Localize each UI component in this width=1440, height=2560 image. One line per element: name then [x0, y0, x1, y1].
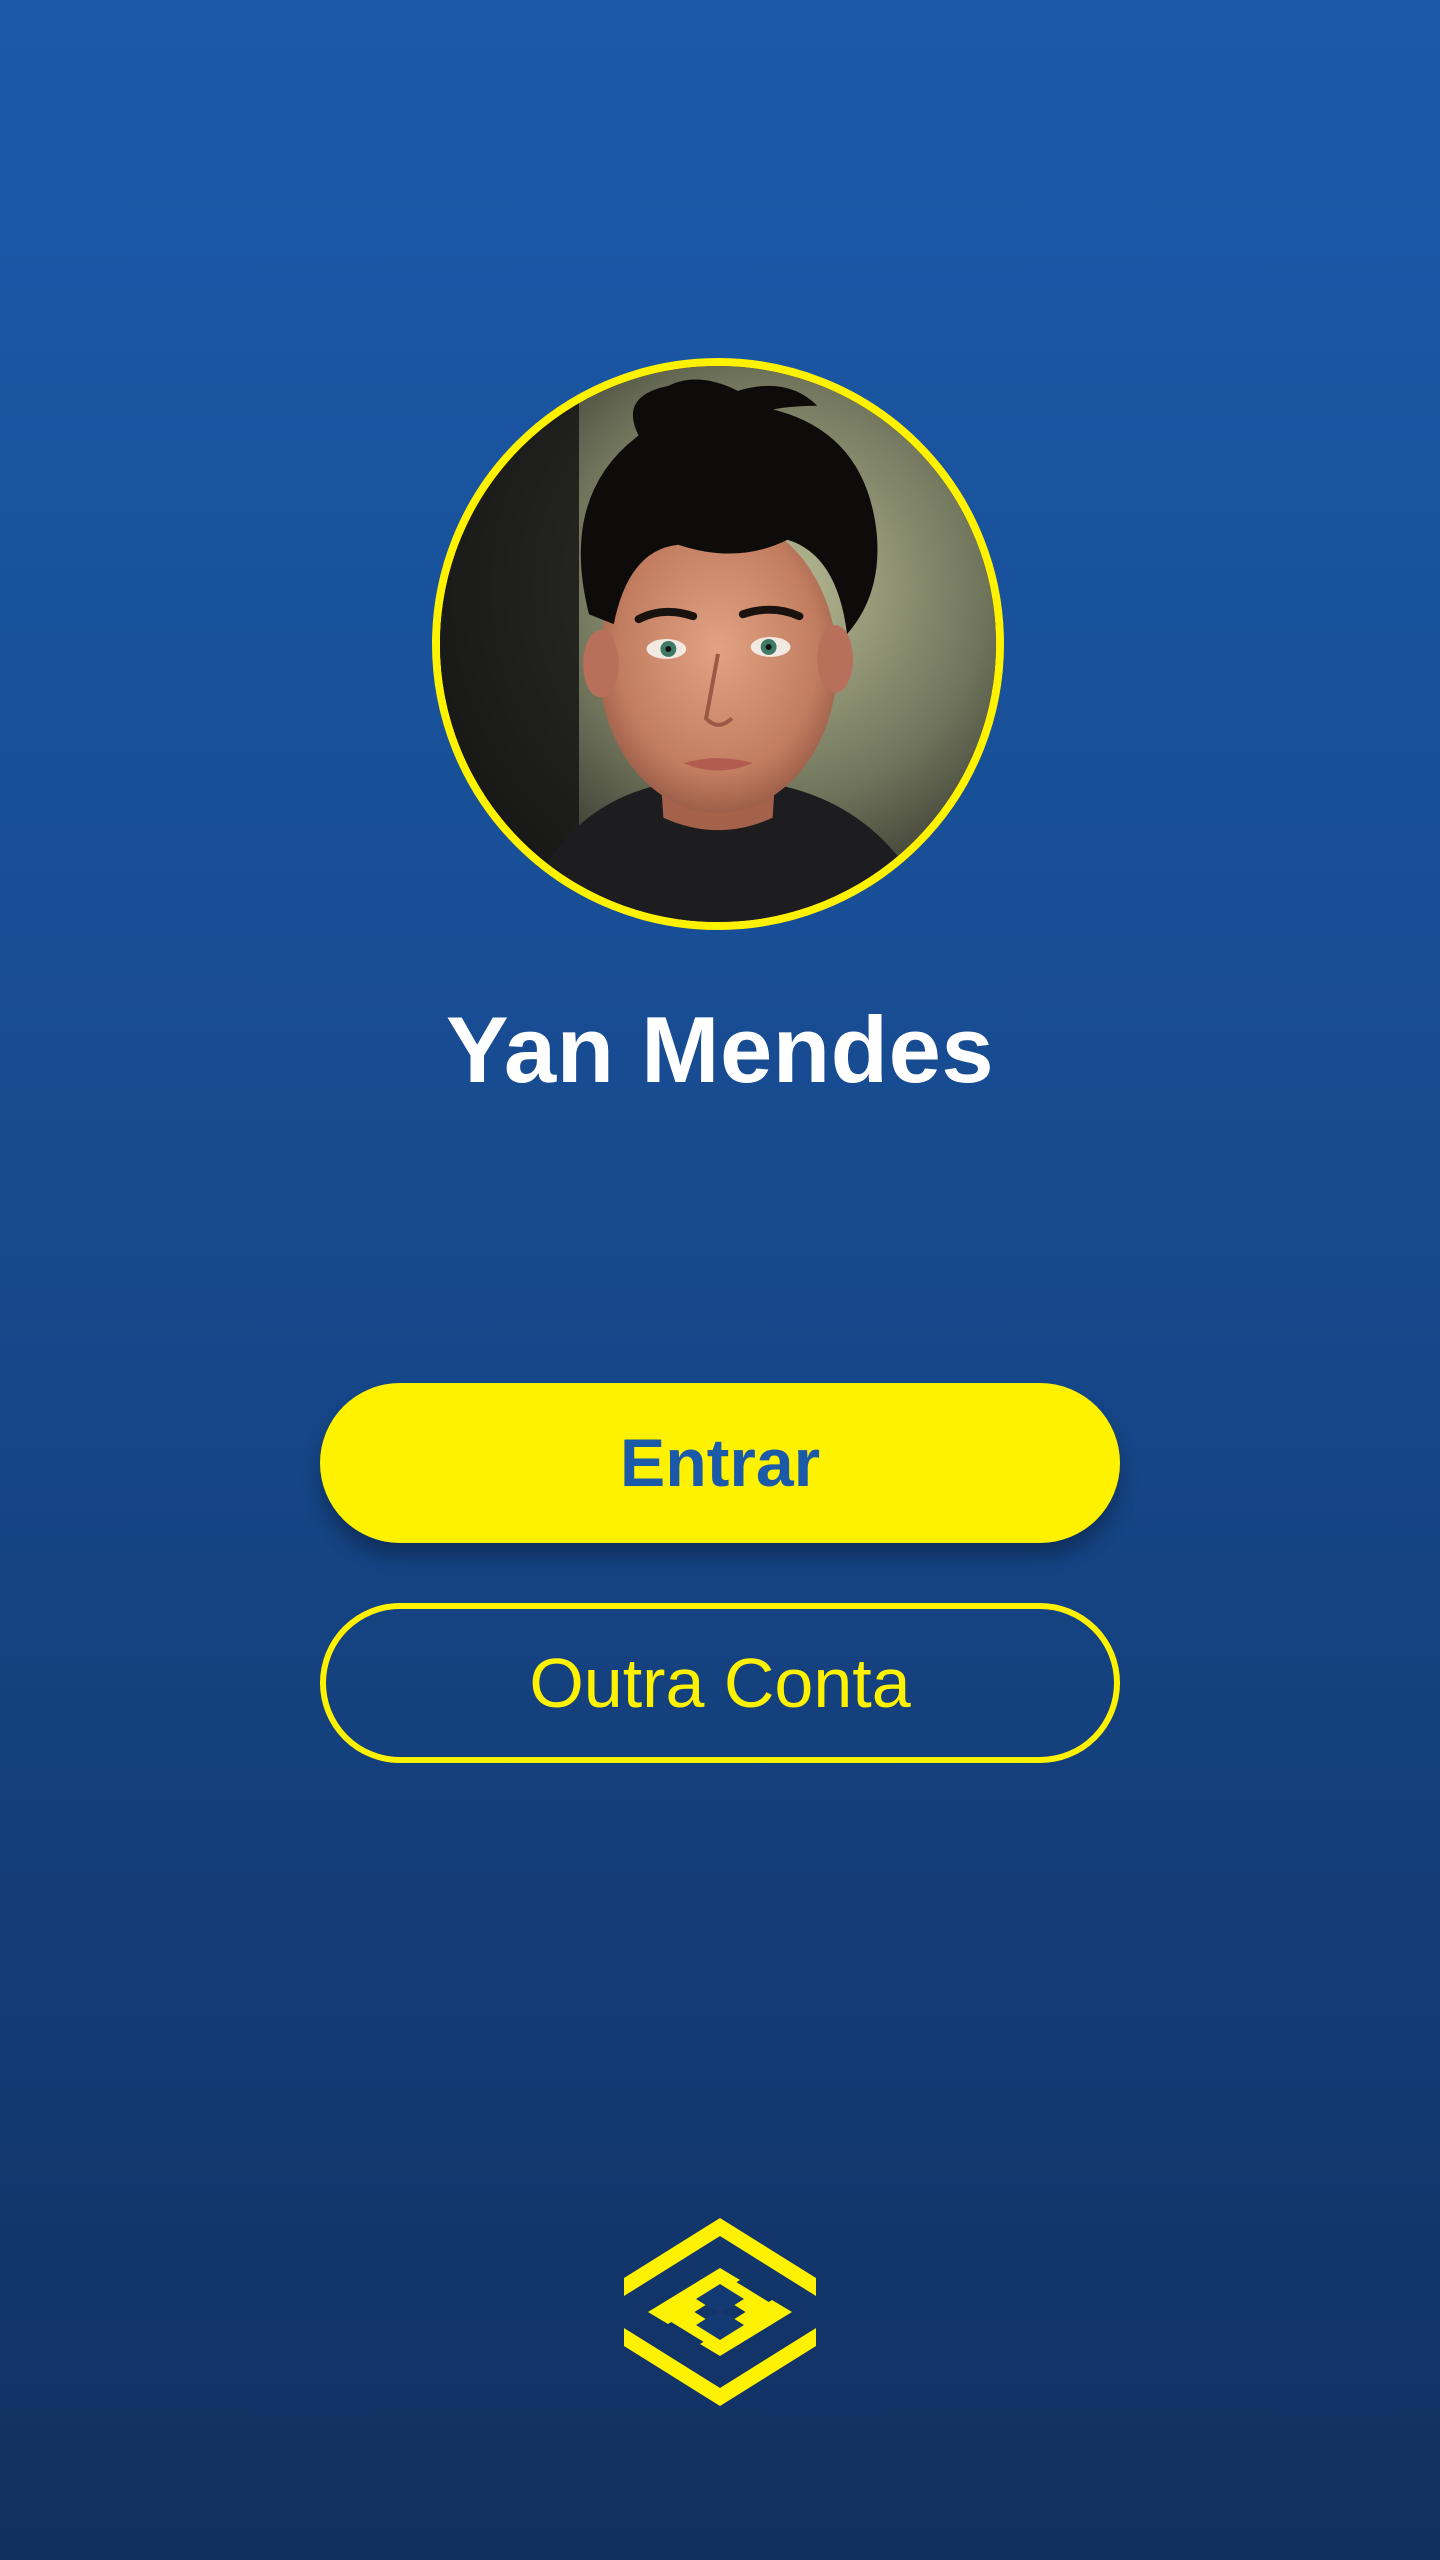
enter-button[interactable]: Entrar [320, 1383, 1120, 1543]
user-name: Yan Mendes [445, 997, 995, 1102]
user-avatar [432, 358, 1004, 930]
avatar-photo-icon [440, 366, 996, 922]
enter-button-label: Entrar [619, 1425, 821, 1501]
other-account-button[interactable]: Outra Conta [320, 1603, 1120, 1763]
login-screen: Yan Mendes Entrar Outra Conta [0, 0, 1440, 2560]
bank-logo-icon [620, 2212, 820, 2412]
other-account-button-label: Outra Conta [529, 1644, 911, 1722]
